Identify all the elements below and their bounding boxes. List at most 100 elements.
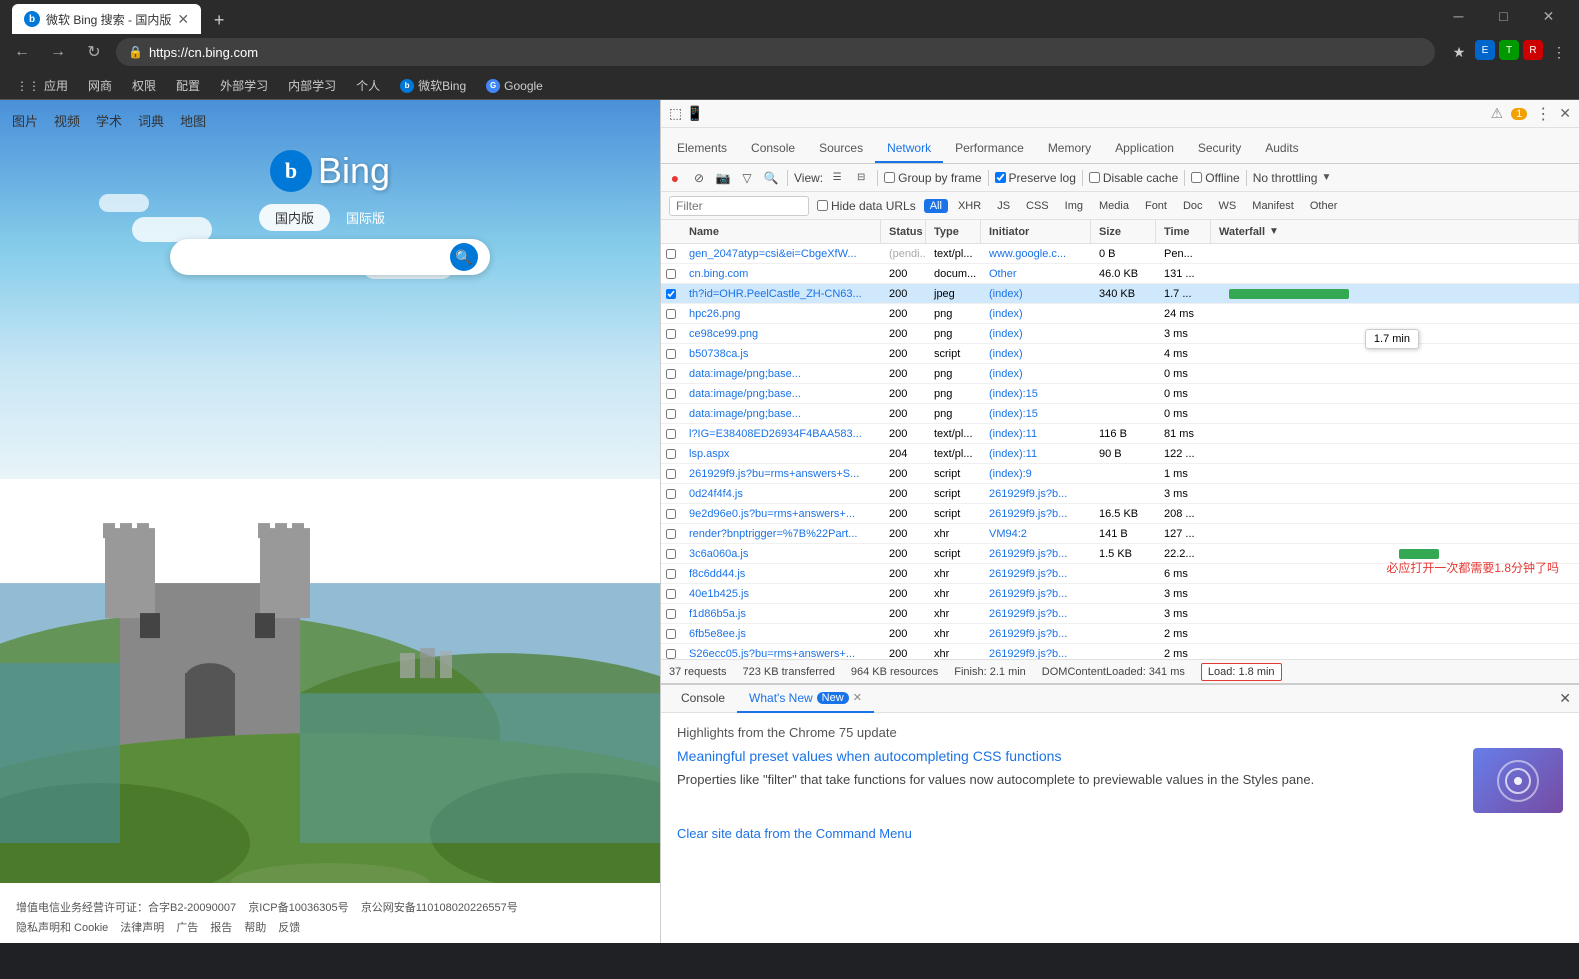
bing-nav-academic[interactable]: 学术: [96, 111, 122, 130]
table-row[interactable]: l?IG=E38408ED26934F4BAA583...200text/pl.…: [661, 424, 1579, 444]
camera-button[interactable]: 📷: [713, 168, 733, 188]
th-type[interactable]: Type: [926, 220, 981, 243]
table-row[interactable]: 261929f9.js?bu=rms+answers+S...200script…: [661, 464, 1579, 484]
group-by-frame-checkbox[interactable]: Group by frame: [884, 171, 981, 185]
footer-link-help[interactable]: 帮助: [244, 919, 266, 935]
filter-xhr[interactable]: XHR: [952, 199, 987, 213]
tab-network[interactable]: Network: [875, 135, 943, 163]
active-tab[interactable]: b 微软 Bing 搜索 - 国内版 ✕: [12, 4, 201, 34]
th-waterfall[interactable]: Waterfall ▼: [1211, 220, 1579, 243]
disable-cache-input[interactable]: [1089, 172, 1100, 183]
filter-input[interactable]: [669, 196, 809, 216]
bookmark-apps[interactable]: ⋮⋮ 应用: [8, 75, 76, 97]
search-button[interactable]: 🔍: [761, 168, 781, 188]
view-list-btn[interactable]: ☰: [827, 168, 847, 188]
row-checkbox[interactable]: [666, 649, 676, 659]
table-row[interactable]: 40e1b425.js200xhr261929f9.js?b...3 ms: [661, 584, 1579, 604]
devtools-more-icon[interactable]: ⋮: [1535, 104, 1551, 124]
new-tab-button[interactable]: +: [205, 6, 233, 34]
bing-tab-international[interactable]: 国际版: [330, 204, 401, 231]
filter-css[interactable]: CSS: [1020, 199, 1055, 213]
footer-link-privacy[interactable]: 隐私声明和 Cookie: [16, 919, 108, 935]
bing-nav-video[interactable]: 视频: [54, 111, 80, 130]
bing-nav-dict[interactable]: 词典: [138, 111, 164, 130]
back-button[interactable]: ←: [8, 38, 36, 66]
forward-button[interactable]: →: [44, 38, 72, 66]
view-large-btn[interactable]: ⊟: [851, 168, 871, 188]
row-checkbox[interactable]: [666, 249, 676, 259]
tab-memory[interactable]: Memory: [1036, 135, 1103, 163]
table-row[interactable]: 6fb5e8ee.js200xhr261929f9.js?b...2 ms: [661, 624, 1579, 644]
filter-ws[interactable]: WS: [1213, 199, 1243, 213]
filter-doc[interactable]: Doc: [1177, 199, 1209, 213]
panel-close-icon[interactable]: ✕: [1559, 690, 1571, 707]
filter-font[interactable]: Font: [1139, 199, 1173, 213]
table-row[interactable]: gen_2047atyp=csi&ei=CbgeXfW...(pendi...t…: [661, 244, 1579, 264]
section-title[interactable]: Meaningful preset values when autocomple…: [677, 748, 1563, 764]
offline-input[interactable]: [1191, 172, 1202, 183]
row-checkbox[interactable]: [666, 469, 676, 479]
row-checkbox[interactable]: [666, 489, 676, 499]
th-size[interactable]: Size: [1091, 220, 1156, 243]
table-row[interactable]: th?id=OHR.PeelCastle_ZH-CN63...200jpeg(i…: [661, 284, 1579, 304]
bing-nav-map[interactable]: 地图: [180, 111, 206, 130]
row-checkbox[interactable]: [666, 549, 676, 559]
filter-media[interactable]: Media: [1093, 199, 1135, 213]
table-row[interactable]: b50738ca.js200script(index)4 ms: [661, 344, 1579, 364]
bookmark-star-icon[interactable]: ★: [1447, 40, 1471, 64]
tab-performance[interactable]: Performance: [943, 135, 1036, 163]
row-checkbox[interactable]: [666, 389, 676, 399]
table-row[interactable]: data:image/png;base...200png(index):150 …: [661, 404, 1579, 424]
minimize-button[interactable]: ─: [1436, 0, 1481, 32]
throttling-dropdown-icon[interactable]: ▼: [1321, 172, 1331, 183]
tab-sources[interactable]: Sources: [807, 135, 875, 163]
bookmark-bing[interactable]: b 微软Bing: [392, 75, 474, 97]
bookmark-google[interactable]: G Google: [478, 75, 551, 97]
bookmark-item[interactable]: 个人: [348, 75, 388, 97]
ext-icon-4[interactable]: ⋮: [1547, 40, 1571, 64]
tab-audits[interactable]: Audits: [1253, 135, 1310, 163]
tab-elements[interactable]: Elements: [665, 135, 739, 163]
filter-all[interactable]: All: [924, 199, 948, 213]
th-initiator[interactable]: Initiator: [981, 220, 1091, 243]
devtools-device-icon[interactable]: 📱: [686, 105, 703, 122]
row-checkbox[interactable]: [666, 629, 676, 639]
row-checkbox[interactable]: [666, 369, 676, 379]
bing-search-input[interactable]: [182, 249, 442, 265]
table-row[interactable]: 0d24f4f4.js200script261929f9.js?b...3 ms: [661, 484, 1579, 504]
preserve-checkbox-input[interactable]: [995, 172, 1006, 183]
clear-site-data-link[interactable]: Clear site data from the Command Menu: [677, 826, 912, 841]
tab-application[interactable]: Application: [1103, 135, 1186, 163]
filter-js[interactable]: JS: [991, 199, 1016, 213]
maximize-button[interactable]: □: [1481, 0, 1526, 32]
tab-console[interactable]: Console: [739, 135, 807, 163]
row-checkbox[interactable]: [666, 609, 676, 619]
bookmark-item[interactable]: 内部学习: [280, 75, 344, 97]
refresh-button[interactable]: ↻: [80, 38, 108, 66]
row-checkbox[interactable]: [666, 509, 676, 519]
table-row[interactable]: lsp.aspx204text/pl...(index):1190 B122 .…: [661, 444, 1579, 464]
waterfall-sort-icon[interactable]: ▼: [1269, 226, 1279, 237]
filter-button[interactable]: ▽: [737, 168, 757, 188]
preserve-log-checkbox[interactable]: Preserve log: [995, 171, 1076, 185]
group-checkbox-input[interactable]: [884, 172, 895, 183]
ext-icon-1[interactable]: E: [1475, 40, 1495, 60]
table-row[interactable]: 9e2d96e0.js?bu=rms+answers+...200script2…: [661, 504, 1579, 524]
bookmark-item[interactable]: 配置: [168, 75, 208, 97]
filter-other[interactable]: Other: [1304, 199, 1344, 213]
table-row[interactable]: S26ecc05.js?bu=rms+answers+...200xhr2619…: [661, 644, 1579, 659]
table-row[interactable]: render?bnptrigger=%7B%22Part...200xhrVM9…: [661, 524, 1579, 544]
clear-button[interactable]: ⊘: [689, 168, 709, 188]
footer-link-legal[interactable]: 法律声明: [120, 919, 164, 935]
row-checkbox[interactable]: [666, 349, 676, 359]
bottom-tab-whatsnew[interactable]: What's New New ✕: [737, 685, 874, 713]
bing-search-box[interactable]: 🔍: [170, 239, 490, 275]
devtools-close-icon[interactable]: ✕: [1559, 105, 1571, 122]
row-checkbox[interactable]: [666, 429, 676, 439]
bottom-tab-console[interactable]: Console: [669, 685, 737, 713]
record-button[interactable]: ●: [665, 168, 685, 188]
devtools-inspect-icon[interactable]: ⬚: [669, 105, 682, 122]
tab-security[interactable]: Security: [1186, 135, 1253, 163]
table-row[interactable]: hpc26.png200png(index)24 ms: [661, 304, 1579, 324]
footer-link-feedback[interactable]: 反馈: [278, 919, 300, 935]
